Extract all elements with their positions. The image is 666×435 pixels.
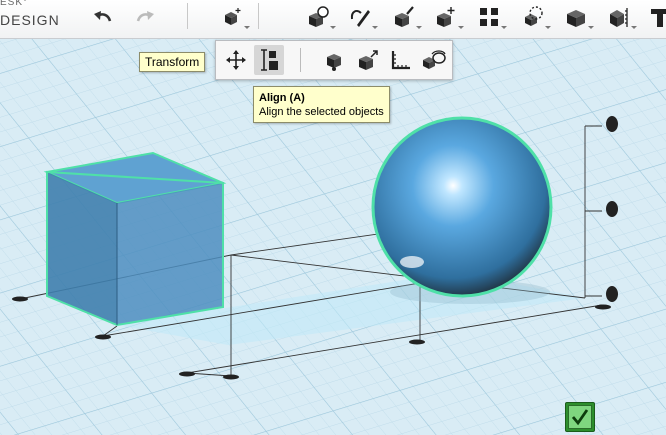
- modify-button[interactable]: [430, 2, 464, 32]
- align-tool-button[interactable]: [254, 45, 284, 75]
- combine-icon: [567, 10, 585, 27]
- sketch-button[interactable]: [344, 2, 378, 32]
- align-handle[interactable]: [606, 201, 618, 217]
- snap-tool-button[interactable]: [419, 45, 449, 75]
- text-button[interactable]: [644, 2, 666, 32]
- align-handle[interactable]: [95, 334, 111, 340]
- measure-button[interactable]: [603, 2, 637, 32]
- align-tooltip-title: Align (A): [259, 92, 305, 104]
- toolbar-separator: [258, 3, 259, 29]
- transform-flyout-menu: [215, 40, 453, 80]
- ruler-icon: [391, 51, 410, 70]
- align-handle[interactable]: [606, 116, 618, 132]
- align-handle[interactable]: [12, 296, 28, 302]
- align-handle[interactable]: [595, 304, 611, 310]
- align-handle[interactable]: [223, 374, 239, 380]
- primitives-icon: [309, 6, 329, 27]
- scale-tool-button[interactable]: [320, 45, 350, 75]
- redo-icon: [136, 11, 154, 22]
- align-tooltip-description: Align the selected objects: [259, 106, 384, 118]
- grouping-icon: [525, 6, 543, 26]
- flyout-separator: [300, 48, 301, 72]
- move-tool-button[interactable]: [221, 45, 251, 75]
- text-icon: [651, 9, 666, 27]
- pattern-button[interactable]: [473, 2, 507, 32]
- ruler-tool-button[interactable]: [386, 45, 416, 75]
- smart-scale-tool-button[interactable]: [353, 45, 383, 75]
- main-toolbar: ESK° DESIGN: [0, 0, 666, 39]
- measure-icon: [610, 8, 628, 27]
- selected-box[interactable]: [43, 151, 227, 327]
- modify-icon: [437, 7, 455, 27]
- grouping-button[interactable]: [517, 2, 551, 32]
- transform-button[interactable]: [216, 2, 250, 32]
- logo-line-1: ESK°: [0, 0, 29, 8]
- toolbar-separator: [187, 3, 188, 29]
- move-icon: [226, 50, 246, 70]
- checkmark-icon: [571, 409, 589, 426]
- transform-icon: [225, 8, 241, 25]
- pattern-icon: [480, 8, 498, 26]
- align-icon: [261, 49, 278, 71]
- transform-tooltip-text: Transform: [145, 55, 200, 69]
- sketch-icon: [350, 10, 370, 27]
- redo-button[interactable]: [129, 2, 161, 32]
- logo-line-2: DESIGN: [0, 12, 60, 28]
- align-handle[interactable]: [606, 286, 618, 302]
- combine-button[interactable]: [560, 2, 594, 32]
- align-handle[interactable]: [179, 371, 195, 377]
- confirm-button[interactable]: [565, 402, 595, 432]
- app-logo: ESK° DESIGN: [0, 0, 70, 38]
- align-tooltip: Align (A) Align the selected objects: [253, 86, 390, 123]
- smart-scale-icon: [359, 50, 378, 70]
- construct-button[interactable]: [388, 2, 422, 32]
- undo-button[interactable]: [87, 2, 119, 32]
- undo-icon: [94, 11, 112, 22]
- primitives-button[interactable]: [302, 2, 336, 32]
- align-handle[interactable]: [409, 339, 425, 345]
- transform-tooltip: Transform: [139, 52, 206, 72]
- snap-icon: [423, 50, 446, 69]
- scale-icon: [327, 54, 341, 71]
- construct-icon: [395, 6, 414, 27]
